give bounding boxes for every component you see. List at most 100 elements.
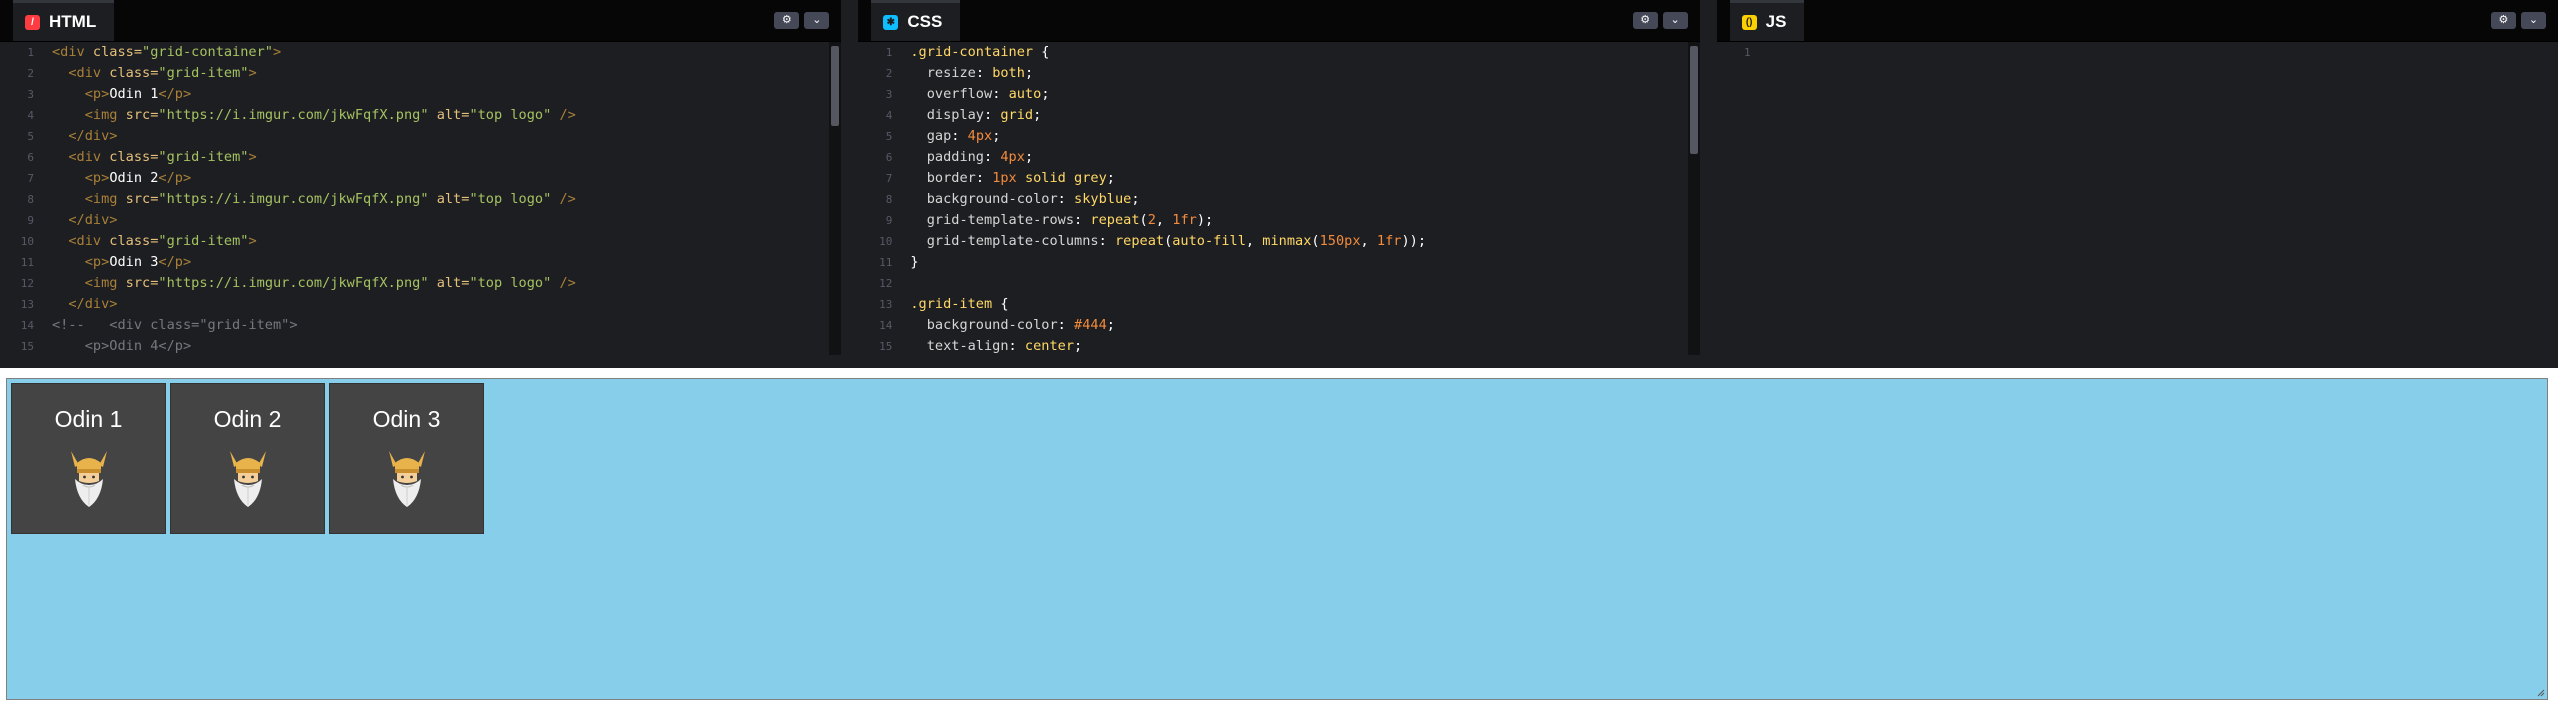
code-token: src= [125,275,159,291]
code-token: display [926,107,984,123]
code-token: ; [1106,317,1115,333]
line-number: 10 [20,235,34,248]
code-token: "top logo" [469,191,552,207]
css-settings-button[interactable]: ⚙ [1632,12,1658,29]
code-token: : [992,86,1009,102]
line-number: 12 [879,277,893,290]
code-token: repeat [1114,233,1165,249]
tab-js-label: JS [1765,12,1787,31]
code-content: </div> [42,210,117,231]
line-number: 6 [27,151,34,164]
css-scrollbar[interactable] [1687,42,1700,368]
js-settings-button[interactable]: ⚙ [2490,12,2516,29]
code-token: "grid-item" [158,65,249,81]
code-token: /> [551,275,576,291]
code-token: 1px [992,170,1017,186]
line-number: 1 [885,46,893,59]
line-number: 9 [885,214,893,227]
tab-html[interactable]: / HTML [13,0,115,41]
code-token: "https://i.imgur.com/jkwFqfX.png" [158,107,429,123]
html-code-editor[interactable]: 1 <div class="grid-container"> 2 <div clas… [0,42,842,368]
gear-icon: ⚙ [2498,14,2509,26]
line-number: 8 [885,193,893,206]
code-content: .grid-container { [900,42,1049,63]
html-icon: / [25,14,40,30]
code-token: <img [84,191,126,207]
css-code-editor[interactable]: 1 .grid-container {2 resize: both; 3 overf… [858,42,1700,368]
code-token: ; [1041,86,1050,102]
js-code-editor[interactable]: 1 [1716,42,2558,368]
odin-logo-image [385,449,429,514]
resize-handle-icon[interactable] [2537,689,2545,697]
code-token: ; [1131,191,1140,207]
line-number: 3 [27,88,34,101]
js-collapse-button[interactable]: ⌄ [2520,12,2546,29]
tab-js[interactable]: () JS [1729,0,1805,41]
code-content: <p>Odin 2</p> [42,168,191,189]
code-token: > [248,233,257,249]
line-number: 13 [20,298,34,311]
line-number: 7 [27,172,34,185]
code-line: 12 <img src="https://i.imgur.com/jkwFqfX… [0,273,841,294]
code-line: 6 <div class="grid-item"> [0,147,841,168]
code-token: class= [109,149,159,165]
code-content: <p>Odin 3</p> [42,252,191,273]
code-token: skyblue [1074,191,1132,207]
editor-resize-divider[interactable] [0,355,2558,368]
gear-icon: ⚙ [1640,14,1651,26]
code-token: { [1033,44,1050,60]
css-scroll-thumb[interactable] [1689,46,1698,154]
code-token: <p>Odin 4</p> [52,338,192,354]
grid-item-label: Odin 1 [54,406,123,432]
css-editor-pane: ✱ CSS ⚙ ⌄ 1 .grid-container {2 resize: bo… [858,0,1700,368]
code-token: : [975,65,993,81]
code-token: padding [926,149,984,165]
code-token: alt= [436,275,470,291]
code-token: .grid-container [910,44,1034,60]
code-line: 4 <img src="https://i.imgur.com/jkwFqfX.… [0,105,841,126]
code-line: 2 resize: both; [858,63,1699,84]
code-token: : [1057,191,1075,207]
code-content: <p>Odin 4</p> [42,336,191,357]
code-line: 9 </div> [0,210,841,231]
code-token: ; [1106,170,1115,186]
code-line: 14 <!-- <div class="grid-item"> [0,315,841,336]
code-token: : [1008,338,1025,354]
css-collapse-button[interactable]: ⌄ [1662,12,1688,29]
code-token: : [984,107,1001,123]
code-line: 8 <img src="https://i.imgur.com/jkwFqfX.… [0,189,841,210]
code-content [900,273,910,294]
code-token: text-align [926,338,1009,354]
code-content: <img src="https://i.imgur.com/jkwFqfX.pn… [42,105,576,126]
code-token: class= [109,65,159,81]
line-number: 5 [885,130,893,143]
code-token: grid [1000,107,1034,123]
line-number: 1 [27,46,34,59]
code-token: minmax [1262,233,1312,249]
line-number: 1 [1744,46,1751,59]
html-scroll-thumb[interactable] [831,46,840,126]
code-line: 10 grid-template-columns: repeat (auto-fi… [858,231,1699,252]
code-token: #444 [1074,317,1107,333]
code-content: text-align: center; [900,336,1083,357]
html-scrollbar[interactable] [829,42,842,368]
code-token: overflow [926,86,993,102]
code-token: "grid-item" [158,149,249,165]
code-line: 8 background-color: skyblue; [858,189,1699,210]
html-settings-button[interactable]: ⚙ [774,12,800,29]
html-collapse-button[interactable]: ⌄ [804,12,830,29]
code-line: 3 <p>Odin 1</p> [0,84,841,105]
code-token: Odin 3 [109,254,159,270]
code-line: 11 <p>Odin 3</p> [0,252,841,273]
tab-css[interactable]: ✱ CSS [871,0,961,41]
code-token: "grid-item" [158,233,249,249]
